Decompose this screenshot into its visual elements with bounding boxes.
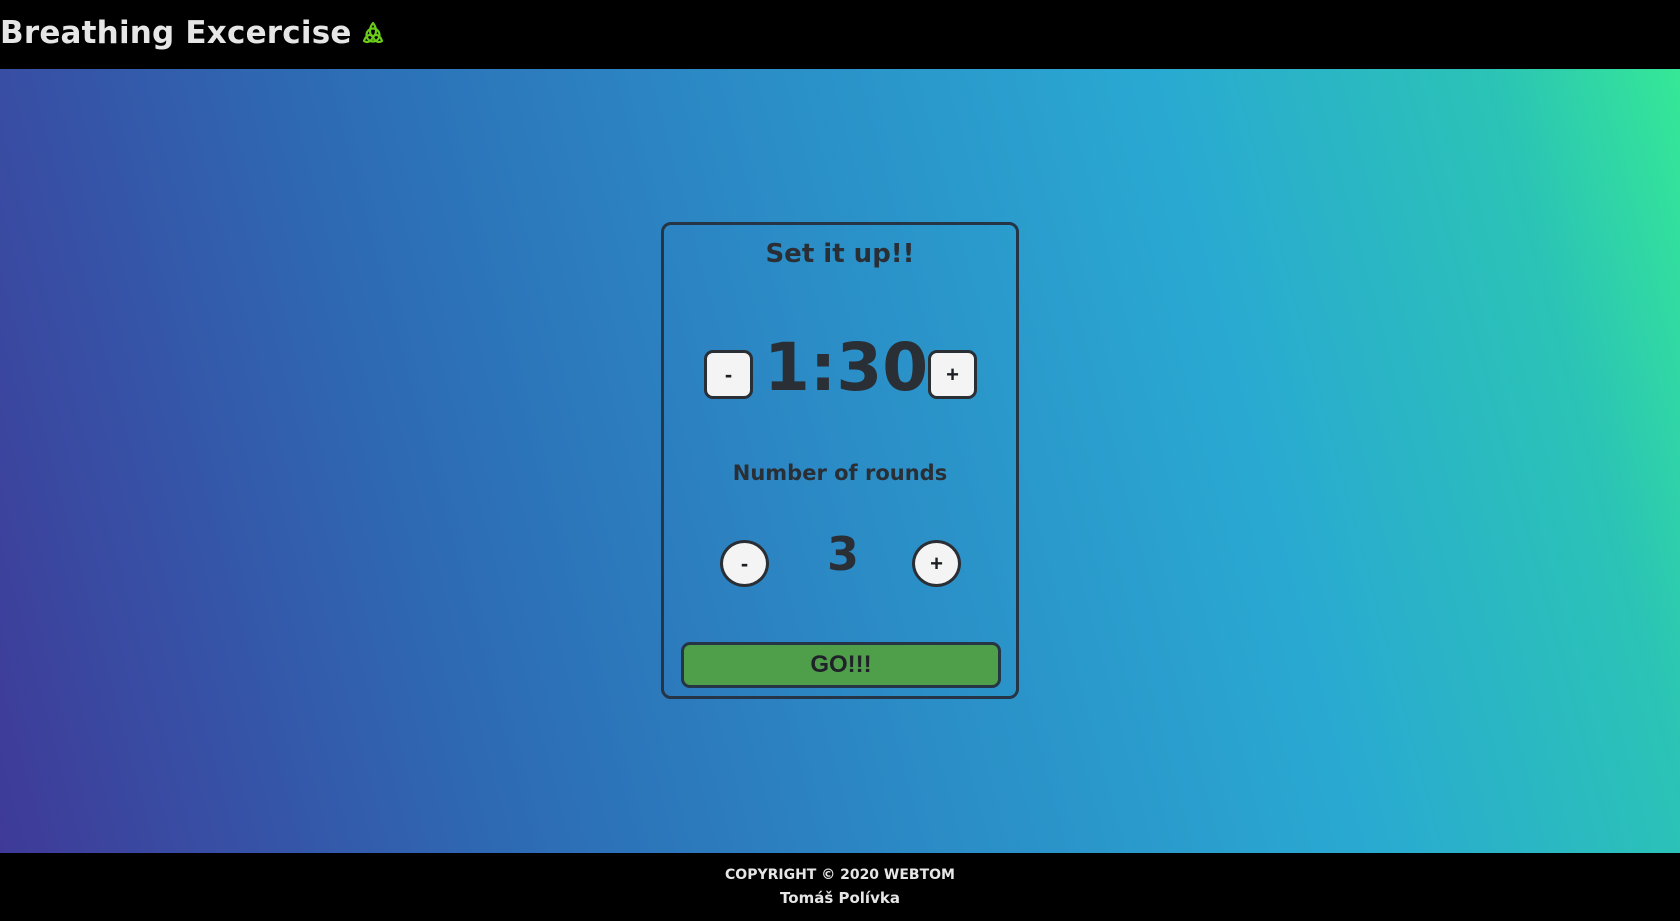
author-text: Tomáš Polívka	[780, 889, 900, 907]
card-title: Set it up!!	[765, 239, 915, 269]
triquetra-icon	[360, 20, 386, 46]
rounds-increase-button[interactable]: +	[912, 540, 961, 587]
copyright-text: COPYRIGHT © 2020 WEBTOM	[725, 867, 955, 883]
time-display: 1:30	[764, 329, 929, 406]
go-button[interactable]: GO!!!	[681, 642, 1001, 688]
app-footer: COPYRIGHT © 2020 WEBTOM Tomáš Polívka	[0, 853, 1680, 921]
setup-card: Set it up!! - 1:30 + Number of rounds - …	[661, 222, 1019, 699]
app-header: Breathing Excercise	[0, 0, 1680, 69]
app-title: Breathing Excercise	[0, 15, 352, 51]
rounds-decrease-button[interactable]: -	[720, 540, 769, 587]
time-decrease-button[interactable]: -	[704, 350, 753, 399]
main-area: Set it up!! - 1:30 + Number of rounds - …	[0, 69, 1680, 853]
time-increase-button[interactable]: +	[928, 350, 977, 399]
rounds-label: Number of rounds	[732, 461, 948, 485]
rounds-display: 3	[826, 527, 859, 581]
